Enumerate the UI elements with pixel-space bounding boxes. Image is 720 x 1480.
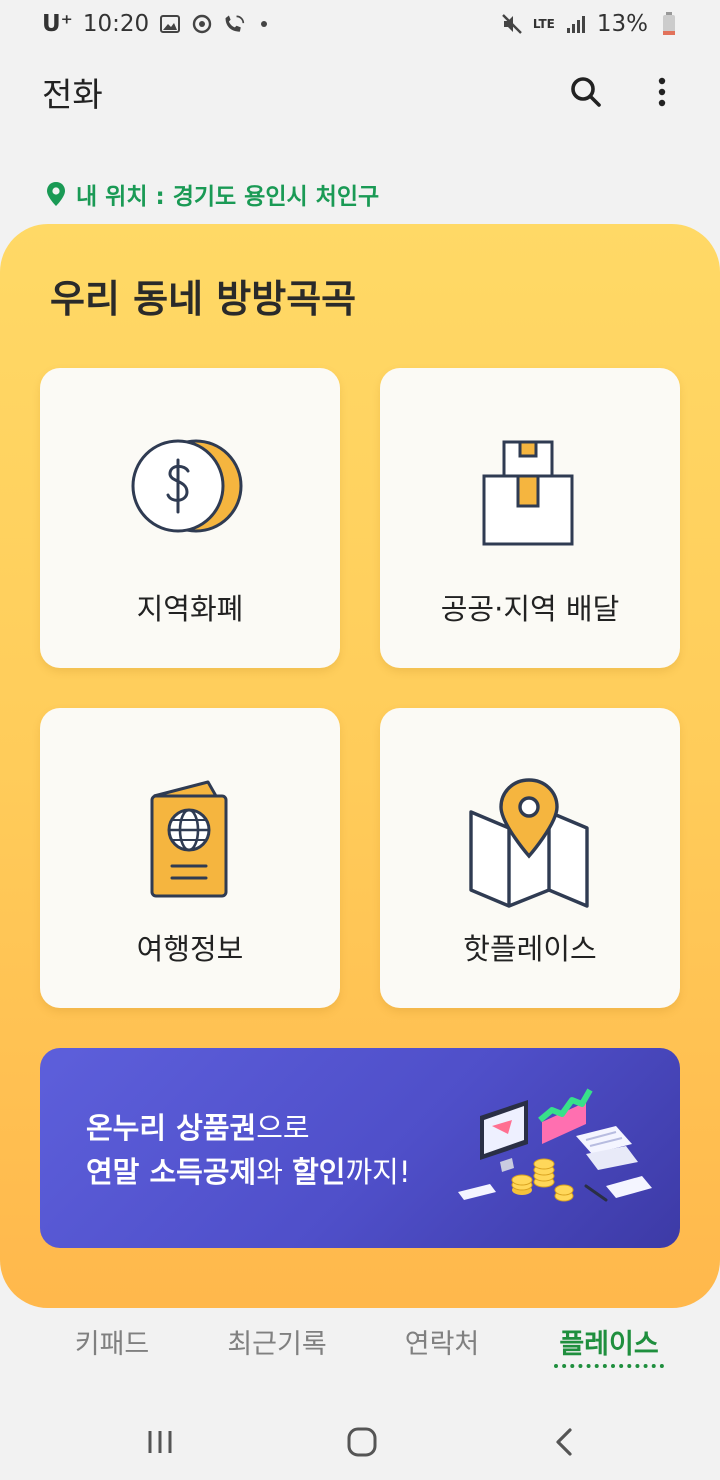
recent-apps-icon <box>148 1431 172 1453</box>
tile-label: 공공·지역 배달 <box>440 592 620 626</box>
tab-contacts[interactable]: 연락처 <box>390 1322 494 1361</box>
banner-line-2: 연말 소득공제와 할인까지! <box>86 1150 410 1194</box>
neighborhood-panel: 우리 동네 방방곡곡 지역화폐 공공·지역 배달 여행정보 핫플레이스 온누리 … <box>0 224 720 1308</box>
search-button[interactable] <box>566 72 606 112</box>
location-text: 내 위치 : 경기도 용인시 처인구 <box>76 184 380 210</box>
tab-recent-calls[interactable]: 최근기록 <box>212 1322 342 1361</box>
banner-text-part: 와 <box>256 1155 293 1189</box>
tile-label: 여행정보 <box>136 932 244 966</box>
bottom-tabs: 키패드 최근기록 연락처 플레이스 <box>0 1310 720 1382</box>
app-actions <box>566 72 682 112</box>
status-left: U⁺ 10:20 <box>42 11 268 37</box>
recent-apps-button[interactable] <box>140 1422 180 1462</box>
tab-places[interactable]: 플레이스 <box>546 1322 672 1361</box>
tab-keypad[interactable]: 키패드 <box>60 1322 164 1361</box>
passport-icon <box>150 780 228 898</box>
page-title: 전화 <box>42 75 103 114</box>
call-wifi-icon <box>223 13 245 35</box>
back-button[interactable] <box>544 1422 584 1462</box>
battery-label: 13% <box>596 11 648 37</box>
map-pin-icon <box>469 778 589 908</box>
current-location[interactable]: 내 위치 : 경기도 용인시 처인구 <box>46 176 379 212</box>
notification-dot <box>261 21 268 27</box>
home-icon <box>347 1427 377 1457</box>
banner-highlight: 온누리 상품권 <box>86 1111 257 1145</box>
mute-icon <box>501 13 523 35</box>
more-vertical-icon <box>658 77 666 107</box>
banner-highlight: 할인 <box>292 1155 346 1189</box>
gallery-icon <box>159 13 181 35</box>
banner-highlight: 연말 소득공제 <box>86 1155 257 1189</box>
battery-icon <box>658 12 680 35</box>
banner-line-1: 온누리 상품권으로 <box>86 1106 410 1150</box>
more-options-button[interactable] <box>642 72 682 112</box>
tile-delivery[interactable]: 공공·지역 배달 <box>380 368 680 668</box>
location-pin-icon <box>47 182 65 206</box>
delivery-box-icon <box>482 440 574 546</box>
tax-finance-illustration-icon <box>458 1088 652 1202</box>
tile-hot-place[interactable]: 핫플레이스 <box>380 708 680 1008</box>
tile-local-currency[interactable]: 지역화폐 <box>40 368 340 668</box>
banner-text-part: 까지! <box>345 1155 411 1189</box>
search-icon <box>571 77 601 107</box>
tile-label: 지역화폐 <box>136 592 244 626</box>
tile-label: 핫플레이스 <box>463 932 597 966</box>
coin-dollar-icon <box>131 439 243 533</box>
network-label: LTE <box>532 17 555 31</box>
signal-icon <box>565 13 587 35</box>
tile-travel-info[interactable]: 여행정보 <box>40 708 340 1008</box>
app-bar: 전화 <box>0 56 720 128</box>
back-chevron-icon <box>556 1428 572 1456</box>
sync-icon <box>191 13 213 35</box>
status-right: LTE 13% <box>501 11 680 37</box>
home-button[interactable] <box>342 1422 382 1462</box>
active-tab-indicator <box>554 1364 664 1368</box>
status-time: 10:20 <box>82 11 150 37</box>
banner-text: 온누리 상품권으로 연말 소득공제와 할인까지! <box>86 1106 410 1194</box>
status-bar: U⁺ 10:20 LTE 13% <box>0 0 720 48</box>
panel-title: 우리 동네 방방곡곡 <box>50 277 357 321</box>
banner-text-part: 으로 <box>256 1111 310 1145</box>
carrier-label: U⁺ <box>42 11 73 37</box>
onnuri-voucher-banner[interactable]: 온누리 상품권으로 연말 소득공제와 할인까지! <box>40 1048 680 1248</box>
system-nav-bar <box>0 1400 720 1480</box>
